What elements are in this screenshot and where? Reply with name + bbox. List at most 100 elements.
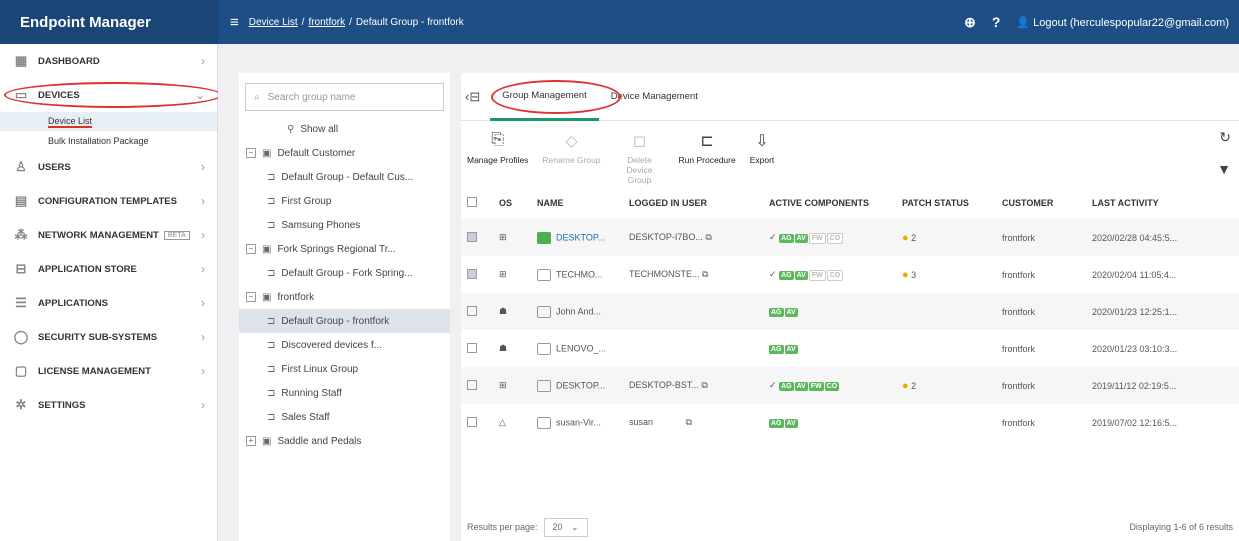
col-name[interactable]: NAME [531,187,623,219]
tree-customer[interactable]: − ▣ Default Customer [239,141,450,165]
user-icon: ♙ [15,159,27,174]
nav-config[interactable]: ▤ CONFIGURATION TEMPLATES › [0,184,217,218]
row-checkbox[interactable] [467,416,477,427]
select-all-checkbox[interactable] [467,197,477,207]
tree-customer[interactable]: + ▣ Saddle and Pedals [239,429,450,453]
last-activity-cell: 2020/01/23 03:10:3... [1092,343,1178,354]
results-per-page-select[interactable]: 20 ⌄ [543,517,588,537]
breadcrumb: ≡ Device List / frontfork / Default Group … [230,13,464,31]
windows-icon: ⊞ [493,367,531,404]
tree-group-selected[interactable]: ⊐ Default Group - frontfork [239,309,450,333]
row-checkbox[interactable] [467,305,477,316]
row-checkbox[interactable] [467,268,477,279]
device-name[interactable]: TECHMO... [556,269,603,279]
col-patch[interactable]: PATCH STATUS [896,187,996,219]
customer-icon: ▣ [262,243,272,255]
device-name[interactable]: LENOVO_... [556,343,606,353]
row-checkbox[interactable] [467,379,477,390]
customer-cell: frontfork [1002,269,1036,280]
device-name[interactable]: John And... [556,306,601,316]
remote-icon[interactable]: ⧉ [686,417,692,427]
device-icon [537,231,551,244]
sidebar: ▦ DASHBOARD › ▭ DEVICES ⌄ Device List Bulk I… [0,44,222,541]
manage-profiles-button[interactable]: ⎘ Manage Profiles [467,131,528,165]
nav-license[interactable]: ▢ LICENSE MANAGEMENT › [0,354,217,388]
shield-icon: ✓ [769,268,777,279]
android-icon: ☗ [493,293,531,330]
nav-settings[interactable]: ✲ SETTINGS › [0,388,217,422]
col-user[interactable]: LOGGED IN USER [623,187,763,219]
table-row: ⊞ DESKTOP... DESKTOP-I7BO... ⧉ ✓ AG AV FW C… [461,219,1239,256]
group-icon: ⊐ [267,387,276,399]
group-search-input[interactable]: ⌕ Search group name [245,83,444,111]
brand-title: Endpoint Manager [0,0,218,44]
collapse-icon: − [246,292,256,302]
nav-security[interactable]: ◯ SECURITY SUB-SYSTEMS › [0,320,217,354]
search-icon: ⌕ [254,91,260,103]
nav-dashboard[interactable]: ▦ DASHBOARD › [0,44,217,78]
customer-cell: frontfork [1002,417,1036,428]
device-name[interactable]: DESKTOP... [556,380,605,390]
menu-icon[interactable]: ≡ [230,14,239,31]
col-last-activity[interactable]: LAST ACTIVITY [1086,187,1239,219]
device-icon [537,342,551,355]
add-icon[interactable]: ⊕ [964,14,976,31]
tree-group[interactable]: ⊐ Samsung Phones [239,213,450,237]
breadcrumb-frontfork[interactable]: frontfork [308,17,345,28]
customer-cell: frontfork [996,293,1086,330]
row-checkbox[interactable] [467,342,477,353]
delete-icon: ◻ [632,133,647,150]
tree-group[interactable]: ⊐ Sales Staff [239,405,450,429]
patch-icon: ● [902,231,909,244]
logout-link[interactable]: 👤 Logout (herculespopular22@gmail.com) [1016,16,1229,29]
nav-network[interactable]: ⁂ NETWORK MANAGEMENT BETA › [0,218,217,252]
refresh-icon[interactable]: ↻ [1219,129,1231,146]
devices-highlight [4,82,222,108]
collapse-panel-icon[interactable]: ‹⊟ [465,89,480,105]
store-icon: ⊟ [15,261,27,276]
device-name[interactable]: susan-Vir... [556,417,601,427]
filter-icon[interactable]: ▼ [1217,161,1231,177]
nav-device-list[interactable]: Device List [0,112,217,131]
nav-users[interactable]: ♙ USERS › [0,150,217,184]
col-os[interactable]: OS [493,187,531,219]
tree-group[interactable]: ⊐ First Group [239,189,450,213]
help-icon[interactable]: ? [992,14,1001,30]
customer-cell: frontfork [996,219,1086,256]
tree-group[interactable]: ⊐ Default Group - Default Cus... [239,165,450,189]
remote-icon[interactable]: ⧉ [702,269,708,279]
logged-user: DESKTOP-BST... [629,380,699,390]
export-button[interactable]: ⇩ Export [750,131,775,165]
nav-appstore[interactable]: ⊟ APPLICATION STORE › [0,252,217,286]
shield-icon: ✓ [769,231,777,242]
tree-group[interactable]: ⊐ Default Group - Fork Spring... [239,261,450,285]
run-procedure-button[interactable]: ⊏ Run Procedure [679,131,736,165]
show-all-item[interactable]: ⚲ Show all [239,117,450,141]
nav-bulk-install[interactable]: Bulk Installation Package [0,131,217,150]
last-activity-cell: 2020/01/23 12:25:1... [1086,293,1239,330]
tree-group[interactable]: ⊐ Discovered devices f... [239,333,450,357]
patch-icon: ● [902,379,909,392]
apps-icon: ☰ [15,295,27,310]
col-customer[interactable]: CUSTOMER [996,187,1086,219]
tree-group[interactable]: ⊐ First Linux Group [239,357,450,381]
remote-icon[interactable]: ⧉ [701,380,707,390]
group-icon: ⊐ [267,315,276,327]
nav-applications[interactable]: ☰ APPLICATIONS › [0,286,217,320]
delete-group-button[interactable]: ◻ Delete Device Group [615,131,665,185]
col-components[interactable]: ACTIVE COMPONENTS [763,187,896,219]
remote-icon[interactable]: ⧉ [705,232,711,242]
tree-group[interactable]: ⊐ Running Staff [239,381,450,405]
group-icon: ⊐ [267,339,276,351]
breadcrumb-device-list[interactable]: Device List [249,17,298,28]
nav-devices[interactable]: ▭ DEVICES ⌄ [0,78,222,112]
device-name[interactable]: DESKTOP... [556,232,605,242]
tree-customer[interactable]: − ▣ frontfork [239,285,450,309]
rename-group-button[interactable]: ◇ Rename Group [542,131,600,165]
breadcrumb-current: Default Group - frontfork [355,16,464,28]
row-checkbox[interactable] [467,231,477,242]
patch-icon: ● [902,268,909,281]
tree-customer[interactable]: − ▣ Fork Springs Regional Tr... [239,237,450,261]
device-icon [537,305,551,318]
table-header: OS NAME LOGGED IN USER ACTIVE COMPONENTS… [461,187,1239,219]
